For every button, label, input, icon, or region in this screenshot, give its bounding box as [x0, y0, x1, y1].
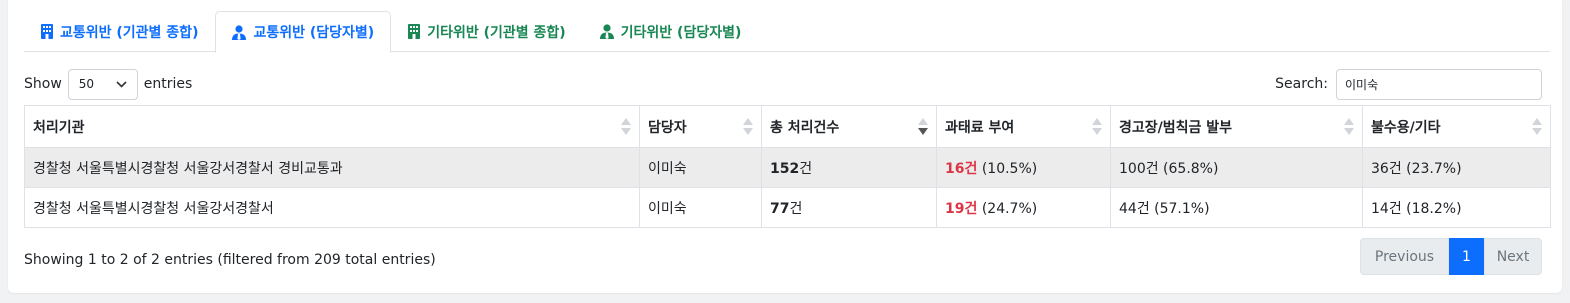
cell-fine: 19건 (24.7%) — [936, 187, 1111, 228]
cell-agency: 경찰청 서울특별시경찰청 서울강서경찰서 — [24, 187, 640, 228]
table-header-row: 처리기관 담당자 총 처리건수 과태료 부여 경고장/범칙금 발부 불수용/기타 — [24, 105, 1551, 148]
fine-count: 16건 — [945, 160, 978, 177]
cell-fine: 16건 (10.5%) — [936, 147, 1111, 188]
cell-reject: 14건 (18.2%) — [1362, 187, 1551, 228]
search-control: Search: — [1275, 68, 1542, 100]
table-info: Showing 1 to 2 of 2 entries (filtered fr… — [24, 252, 436, 268]
fine-percent: (10.5%) — [977, 160, 1038, 177]
show-label: Show — [24, 76, 62, 92]
tab-other-by-officer[interactable]: 기타위반 (담당자별) — [583, 11, 759, 52]
tab-other-by-agency[interactable]: 기타위반 (기관별 종합) — [391, 11, 582, 52]
sort-icon — [621, 118, 631, 136]
sort-icon — [1344, 118, 1354, 136]
tab-label: 기타위반 (담당자별) — [620, 24, 742, 41]
page-length-control: Show 50 entries — [24, 68, 192, 100]
page-length-select[interactable]: 50 — [67, 68, 138, 100]
cell-officer: 이미숙 — [639, 147, 762, 188]
total-count: 77 — [770, 200, 790, 217]
column-header-total[interactable]: 총 처리건수 — [761, 105, 937, 148]
tab-traffic-by-agency[interactable]: 교통위반 (기관별 종합) — [24, 11, 215, 52]
cell-warning: 100건 (65.8%) — [1110, 147, 1363, 188]
user-tie-icon — [232, 24, 247, 40]
column-header-warning[interactable]: 경고장/범칙금 발부 — [1110, 105, 1363, 148]
table-row: 경찰청 서울특별시경찰청 서울강서경찰서 이미숙 77건 19건 (24.7%)… — [24, 187, 1551, 228]
page-1-button[interactable]: 1 — [1449, 238, 1484, 275]
total-count: 152 — [770, 160, 800, 177]
column-header-reject[interactable]: 불수용/기타 — [1362, 105, 1551, 148]
tab-label: 교통위반 (기관별 종합) — [60, 24, 199, 41]
sort-desc-icon — [918, 118, 928, 136]
cell-total: 152건 — [761, 147, 937, 188]
tab-label: 교통위반 (담당자별) — [253, 25, 375, 41]
report-card: 교통위반 (기관별 종합) 교통위반 (담당자별) 기타위반 (기관별 종합) … — [8, 0, 1562, 293]
building-icon — [41, 24, 53, 39]
total-unit: 건 — [799, 160, 813, 177]
cell-reject: 36건 (23.7%) — [1362, 147, 1551, 188]
page-length-value: 50 — [78, 77, 95, 91]
column-header-fine[interactable]: 과태료 부여 — [936, 105, 1111, 148]
building-icon — [408, 24, 421, 39]
search-label: Search: — [1275, 76, 1328, 92]
report-tabs: 교통위반 (기관별 종합) 교통위반 (담당자별) 기타위반 (기관별 종합) … — [24, 11, 1550, 53]
stats-table: 처리기관 담당자 총 처리건수 과태료 부여 경고장/범칙금 발부 불수용/기타… — [24, 105, 1551, 228]
fine-count: 19건 — [945, 200, 978, 217]
column-header-agency[interactable]: 처리기관 — [24, 105, 640, 148]
column-header-officer[interactable]: 담당자 — [639, 105, 762, 148]
pagination: Previous 1 Next — [1360, 238, 1542, 275]
sort-icon — [1092, 118, 1102, 136]
next-page-button[interactable]: Next — [1484, 238, 1542, 275]
cell-total: 77건 — [761, 187, 937, 228]
tab-traffic-by-officer[interactable]: 교통위반 (담당자별) — [215, 11, 392, 53]
fine-percent: (24.7%) — [977, 200, 1038, 217]
previous-page-button[interactable]: Previous — [1360, 238, 1449, 275]
sort-icon — [743, 118, 753, 136]
sort-icon — [1532, 118, 1542, 136]
chevron-down-icon — [116, 80, 127, 88]
cell-officer: 이미숙 — [639, 187, 762, 228]
table-row: 경찰청 서울특별시경찰청 서울강서경찰서 경비교통과 이미숙 152건 16건 … — [24, 147, 1551, 188]
search-input[interactable] — [1336, 68, 1542, 100]
entries-label: entries — [143, 76, 193, 92]
tab-label: 기타위반 (기관별 종합) — [427, 24, 566, 41]
cell-agency: 경찰청 서울특별시경찰청 서울강서경찰서 경비교통과 — [24, 147, 640, 188]
cell-warning: 44건 (57.1%) — [1110, 187, 1363, 228]
user-tie-icon — [599, 24, 614, 39]
total-unit: 건 — [789, 200, 803, 217]
